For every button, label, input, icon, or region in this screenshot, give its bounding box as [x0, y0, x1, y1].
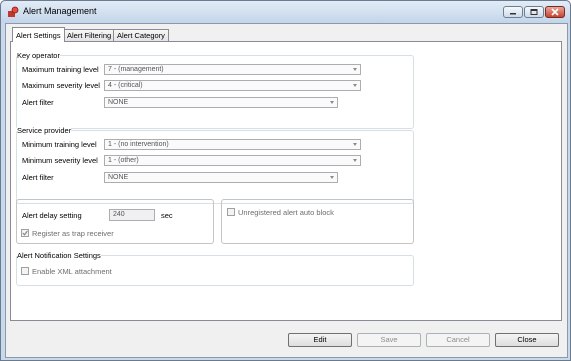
- min-training-value: 1 - (no intervention): [108, 141, 169, 148]
- enable-xml-checkbox[interactable]: [21, 267, 29, 275]
- unregistered-auto-block-label: Unregistered alert auto block: [238, 208, 334, 217]
- notification-settings-title: Alert Notification Settings: [17, 251, 101, 260]
- service-provider-title: Service provider: [17, 126, 72, 135]
- alert-settings-panel: Key operator Maximum training level 7 - …: [10, 41, 562, 321]
- max-training-select[interactable]: 7 - (management): [104, 64, 361, 75]
- tab-alert-filtering[interactable]: Alert Filtering: [63, 29, 116, 41]
- unregistered-alert-group: [221, 199, 414, 244]
- close-window-button[interactable]: [545, 6, 565, 18]
- register-trap-label: Register as trap receiver: [32, 229, 114, 238]
- key-operator-filter-select[interactable]: NONE: [104, 97, 338, 108]
- alert-delay-unit: sec: [161, 211, 173, 220]
- service-provider-filter-label: Alert filter: [22, 173, 54, 182]
- min-severity-select[interactable]: 1 - (other): [104, 155, 361, 166]
- key-operator-filter-label: Alert filter: [22, 98, 54, 107]
- minimize-icon: [510, 13, 516, 15]
- enable-xml-label: Enable XML attachment: [32, 267, 112, 276]
- min-training-label: Minimum training level: [22, 140, 97, 149]
- app-icon: [8, 6, 19, 17]
- edit-button[interactable]: Edit: [288, 333, 352, 347]
- chevron-down-icon: [330, 176, 334, 179]
- max-training-label: Maximum training level: [22, 65, 99, 74]
- alert-management-window: Alert Management Alert Settings Alert Fi…: [0, 0, 571, 361]
- checkmark-icon: [22, 230, 28, 236]
- close-button[interactable]: Close: [495, 333, 559, 347]
- max-severity-value: 4 - (critical): [108, 82, 143, 89]
- service-provider-filter-value: NONE: [108, 174, 129, 181]
- chevron-down-icon: [330, 101, 334, 104]
- cancel-button[interactable]: Cancel: [426, 333, 490, 347]
- key-operator-title: Key operator: [17, 51, 60, 60]
- max-training-value: 7 - (management): [108, 66, 164, 73]
- min-training-select[interactable]: 1 - (no intervention): [104, 139, 361, 150]
- maximize-icon: [530, 9, 538, 15]
- chevron-down-icon: [353, 84, 357, 87]
- tab-alert-category[interactable]: Alert Category: [113, 29, 169, 41]
- max-severity-label: Maximum severity level: [22, 81, 100, 90]
- min-severity-label: Minimum severity level: [22, 156, 98, 165]
- alert-delay-label: Alert delay setting: [22, 211, 82, 220]
- unregistered-auto-block-checkbox[interactable]: [227, 208, 235, 216]
- chevron-down-icon: [353, 143, 357, 146]
- alert-delay-input[interactable]: 240: [109, 209, 155, 221]
- title-bar: Alert Management: [1, 1, 570, 23]
- service-provider-filter-select[interactable]: NONE: [104, 172, 338, 183]
- register-trap-checkbox[interactable]: [21, 229, 29, 237]
- dialog-client-area: Alert Settings Alert Filtering Alert Cat…: [5, 23, 568, 358]
- min-severity-value: 1 - (other): [108, 157, 139, 164]
- chevron-down-icon: [353, 68, 357, 71]
- key-operator-filter-value: NONE: [108, 99, 129, 106]
- minimize-button[interactable]: [503, 6, 523, 18]
- window-title: Alert Management: [23, 6, 97, 16]
- close-icon: [551, 8, 559, 16]
- chevron-down-icon: [353, 159, 357, 162]
- tab-alert-settings[interactable]: Alert Settings: [12, 27, 65, 42]
- maximize-button[interactable]: [524, 6, 544, 18]
- max-severity-select[interactable]: 4 - (critical): [104, 80, 361, 91]
- save-button[interactable]: Save: [357, 333, 421, 347]
